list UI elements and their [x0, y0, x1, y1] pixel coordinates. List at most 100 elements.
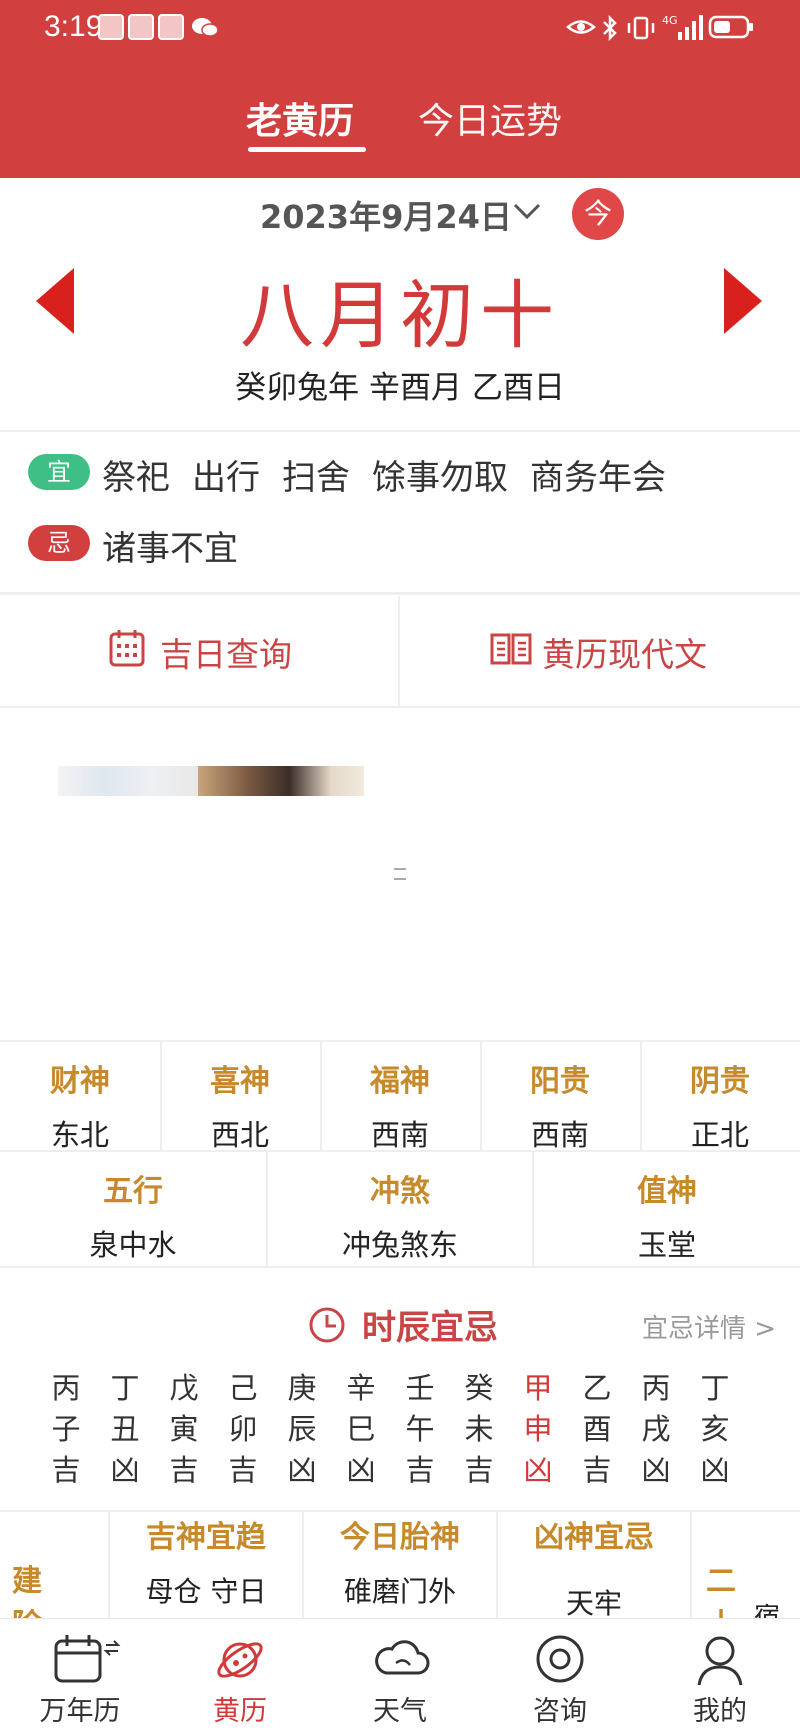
- nav-label: 万年历: [39, 1696, 121, 1727]
- element-value: 玉堂: [637, 1228, 696, 1262]
- divider: [0, 592, 800, 595]
- duty-god-cell: 值神 玉堂: [534, 1166, 800, 1264]
- notification-icon: [158, 14, 184, 40]
- nav-perpetual-calendar[interactable]: 万年历: [0, 1619, 160, 1734]
- ad-image[interactable]: [58, 766, 198, 796]
- shichen-stem: 戊: [169, 1371, 199, 1405]
- bluetooth-icon: [603, 14, 617, 42]
- shichen-column[interactable]: 戊寅吉: [164, 1368, 204, 1491]
- element-value: 冲兔煞东: [341, 1228, 458, 1262]
- ad-image[interactable]: [198, 766, 364, 796]
- lucky-day-query-label: 吉日查询: [160, 635, 292, 674]
- shichen-stem: 癸: [464, 1371, 494, 1405]
- cloud-icon: [375, 1640, 430, 1675]
- yi-item: 商务年会: [530, 458, 666, 498]
- notification-icon: [98, 14, 124, 40]
- lucky-day-query-button[interactable]: 吉日查询: [0, 596, 398, 706]
- nav-consult[interactable]: 咨询: [480, 1619, 640, 1734]
- divider: [0, 430, 800, 432]
- divider: [0, 1040, 800, 1042]
- calendar-switch-icon: [54, 1635, 121, 1683]
- shichen-stem: 甲: [523, 1371, 553, 1405]
- next-day-arrow-icon[interactable]: [722, 266, 764, 336]
- shichen-branch: 亥: [700, 1412, 730, 1446]
- ji-item: 诸事不宜: [102, 529, 238, 569]
- shichen-stem: 丁: [700, 1371, 730, 1405]
- battery-icon: [708, 15, 753, 39]
- shichen-stem: 丁: [110, 1371, 140, 1405]
- shichen-luck: 凶: [346, 1453, 376, 1487]
- shichen-column[interactable]: 己卯吉: [223, 1368, 263, 1491]
- nav-me[interactable]: 我的: [640, 1619, 800, 1734]
- status-time: 3:19: [44, 10, 103, 43]
- shichen-column[interactable]: 辛巳凶: [341, 1368, 381, 1491]
- shichen-column[interactable]: 癸未吉: [459, 1368, 499, 1491]
- vibrate-icon: [627, 16, 655, 40]
- consult-icon: [536, 1635, 584, 1683]
- shichen-branch: 辰: [287, 1412, 317, 1446]
- card-lucky-gods[interactable]: 吉神宜趋 母仓 守日: [110, 1512, 302, 1610]
- card-value: 天牢: [565, 1587, 622, 1620]
- shichen-branch: 子: [51, 1412, 81, 1446]
- shichen-luck: 吉: [582, 1453, 612, 1487]
- shichen-luck: 凶: [110, 1453, 140, 1487]
- shichen-column[interactable]: 丁丑凶: [105, 1368, 145, 1491]
- shichen-branch: 卯: [228, 1412, 258, 1446]
- shichen-column[interactable]: 乙酉吉: [577, 1368, 617, 1491]
- eye-icon: [566, 20, 596, 34]
- shichen-stem: 丙: [51, 1371, 81, 1405]
- signal-icon: [678, 15, 703, 40]
- card-fetal-god[interactable]: 今日胎神 碓磨门外: [304, 1512, 496, 1610]
- god-direction: 东北: [50, 1118, 109, 1152]
- chevron-down-icon[interactable]: [512, 200, 542, 224]
- top-tabs: 老黄历 今日运势: [0, 92, 800, 162]
- god-direction: 西北: [210, 1118, 269, 1152]
- nav-almanac[interactable]: 黄历: [160, 1619, 320, 1734]
- shichen-branch: 丑: [110, 1412, 140, 1446]
- god-cell-yin-noble: 阴贵 正北: [640, 1056, 800, 1154]
- yi-list: 祭祀 出行 扫舍 馀事勿取 商务年会: [102, 450, 688, 499]
- planet-icon: [217, 1642, 263, 1678]
- tab-daily-fortune[interactable]: 今日运势: [418, 92, 562, 144]
- shichen-luck: 凶: [700, 1453, 730, 1487]
- card-title: 吉神宜趋: [146, 1520, 266, 1555]
- element-title: 冲煞: [370, 1174, 430, 1209]
- card-evil-gods[interactable]: 凶神宜忌 天牢: [498, 1512, 690, 1622]
- shichen-branch: 巳: [346, 1412, 376, 1446]
- shichen-stem: 丙: [641, 1371, 671, 1405]
- today-button[interactable]: 今: [572, 188, 624, 240]
- shichen-luck: 凶: [523, 1453, 553, 1487]
- god-title: 财神: [50, 1064, 110, 1099]
- solar-date[interactable]: 2023年9月24日: [260, 192, 512, 238]
- shichen-column[interactable]: 壬午吉: [400, 1368, 440, 1491]
- shichen-luck: 吉: [405, 1453, 435, 1487]
- shichen-detail-link[interactable]: 宜忌详情 >: [642, 1308, 776, 1345]
- yi-item: 扫舍: [282, 458, 350, 498]
- date-selector[interactable]: 2023年9月24日: [0, 190, 800, 240]
- ji-list: 诸事不宜: [102, 521, 260, 570]
- card-title: 凶神宜忌: [534, 1520, 654, 1555]
- modern-almanac-button[interactable]: 黄历现代文: [400, 596, 798, 706]
- shichen-column[interactable]: 庚辰凶: [282, 1368, 322, 1491]
- nav-weather[interactable]: 天气: [320, 1619, 480, 1734]
- shichen-column[interactable]: 丙戌凶: [636, 1368, 676, 1491]
- element-value: 泉中水: [89, 1228, 177, 1262]
- shichen-column[interactable]: 甲申凶: [518, 1368, 558, 1491]
- shichen-luck: 凶: [641, 1453, 671, 1487]
- shichen-stem: 乙: [582, 1371, 612, 1405]
- shichen-column[interactable]: 丙子吉: [46, 1368, 86, 1491]
- five-elements-cell: 五行 泉中水: [0, 1166, 266, 1264]
- element-title: 五行: [103, 1174, 163, 1209]
- shichen-stem: 辛: [346, 1371, 376, 1405]
- tab-almanac[interactable]: 老黄历: [246, 92, 354, 144]
- god-cell-wealth: 财神 东北: [0, 1056, 160, 1154]
- god-cell-fortune: 福神 西南: [320, 1056, 480, 1154]
- card-value: 母仓 守日: [145, 1575, 267, 1608]
- card-value: 碓磨门外: [343, 1575, 456, 1608]
- ganzhi-date: 癸卯兔年 辛酉月 乙酉日: [235, 370, 565, 406]
- divider: [0, 1266, 800, 1268]
- notification-icon: [128, 14, 154, 40]
- shichen-column[interactable]: 丁亥凶: [695, 1368, 735, 1491]
- network-type: 4G: [662, 14, 678, 27]
- modern-almanac-label: 黄历现代文: [542, 635, 707, 674]
